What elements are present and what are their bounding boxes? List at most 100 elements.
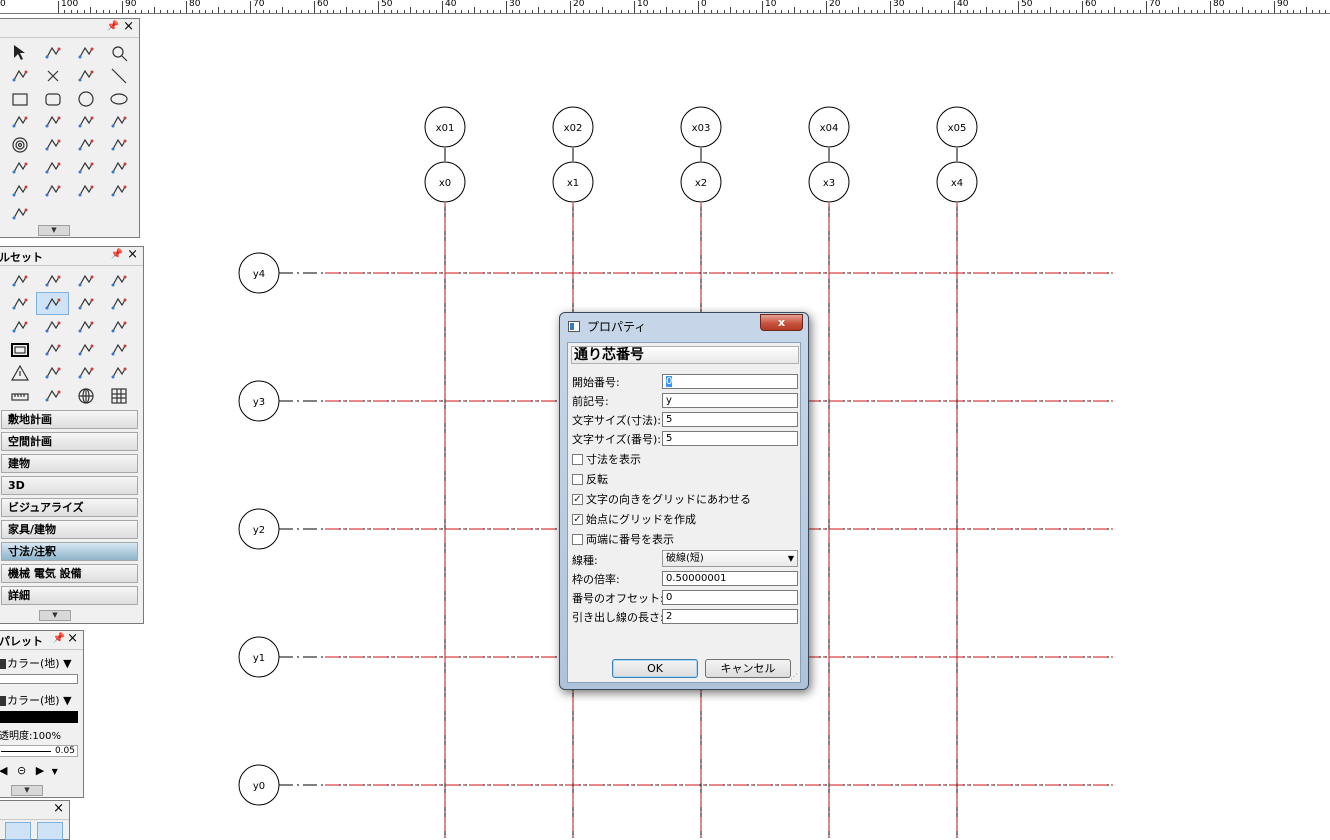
- tool-button-clip-hand[interactable]: [3, 179, 36, 202]
- cancel-button[interactable]: キャンセル: [705, 659, 791, 678]
- option-checkbox[interactable]: 両端に番号を表示: [572, 531, 674, 547]
- palette-titlebar[interactable]: ×: [0, 801, 69, 820]
- tool-button-spiral[interactable]: [3, 133, 36, 156]
- tool-button-dimension[interactable]: [3, 269, 36, 292]
- option-checkbox[interactable]: ✓ 始点にグリッドを作成: [572, 511, 696, 527]
- tool-button-polygon[interactable]: [36, 110, 69, 133]
- checkbox-unchecked-icon[interactable]: [572, 473, 583, 485]
- arrow-left-icon[interactable]: ◀: [0, 764, 7, 777]
- text-size-num-input[interactable]: 5: [662, 431, 798, 446]
- tool-button-arc-dim[interactable]: [69, 269, 102, 292]
- tool-button-magic-wand[interactable]: [69, 133, 102, 156]
- tool-button-elevation[interactable]: [3, 292, 36, 315]
- tool-button-freehand[interactable]: [3, 110, 36, 133]
- frame-ratio-input[interactable]: 0.50000001: [662, 571, 798, 586]
- pin-icon[interactable]: 📌: [53, 633, 65, 644]
- close-icon[interactable]: ×: [123, 19, 134, 34]
- palette-titlebar[interactable]: 📌 ×: [0, 19, 139, 38]
- tool-button-chamfer[interactable]: [69, 179, 102, 202]
- snap-grid-icon[interactable]: [5, 822, 31, 840]
- tool-button-cut[interactable]: [69, 64, 102, 87]
- category-tab[interactable]: 空間計画: [1, 432, 138, 451]
- tool-button-section-marker[interactable]: [69, 338, 102, 361]
- close-button[interactable]: x: [760, 314, 803, 331]
- tool-button-hatch[interactable]: [102, 315, 135, 338]
- tool-button-break-line[interactable]: [69, 292, 102, 315]
- tool-button-line[interactable]: [102, 64, 135, 87]
- close-icon[interactable]: ×: [67, 631, 78, 646]
- checkbox-checked-icon[interactable]: ✓: [572, 513, 583, 525]
- tool-button-sheet-list[interactable]: [102, 361, 135, 384]
- tool-button-red-pen[interactable]: [69, 315, 102, 338]
- tool-button-eyedropper[interactable]: [36, 133, 69, 156]
- tool-button-attribute-brush[interactable]: [3, 156, 36, 179]
- option-checkbox[interactable]: 寸法を表示: [572, 451, 641, 467]
- checkbox-unchecked-icon[interactable]: [572, 533, 583, 545]
- tool-button-fillet[interactable]: [36, 179, 69, 202]
- palette-titlebar[interactable]: ルセット 📌 ×: [0, 247, 143, 266]
- resize-grip-icon[interactable]: ⋰: [790, 672, 798, 681]
- category-tab[interactable]: 敷地計画: [1, 410, 138, 429]
- tool-button-delete-x[interactable]: [36, 64, 69, 87]
- leader-length-input[interactable]: 2: [662, 609, 798, 624]
- number-offset-input[interactable]: 0: [662, 590, 798, 605]
- tool-button-rectangle[interactable]: [3, 87, 36, 110]
- tool-button-grid-axis[interactable]: [36, 292, 69, 315]
- link-icon[interactable]: ⊝: [17, 764, 26, 777]
- tool-button-trim-knife[interactable]: [102, 156, 135, 179]
- tool-button-text[interactable]: [3, 64, 36, 87]
- tool-button-circle[interactable]: [69, 87, 102, 110]
- tool-button-reshape[interactable]: [102, 133, 135, 156]
- tool-button-frame[interactable]: [3, 338, 36, 361]
- pin-icon[interactable]: 📌: [111, 249, 123, 260]
- line-type-select[interactable]: 破線(短) ▼: [662, 550, 798, 567]
- tool-button-rounded-rectangle[interactable]: [36, 87, 69, 110]
- tool-button-warning[interactable]: [3, 361, 36, 384]
- tool-button-zoom[interactable]: [102, 41, 135, 64]
- tool-button-angle-dim[interactable]: [36, 269, 69, 292]
- ok-button[interactable]: OK: [612, 659, 698, 678]
- tool-button-id-tag[interactable]: [69, 361, 102, 384]
- expand-palette-button[interactable]: ▼: [39, 610, 71, 621]
- tool-button-protractor[interactable]: [3, 315, 36, 338]
- text-size-dim-input[interactable]: 5: [662, 412, 798, 427]
- tool-button-offset[interactable]: [102, 179, 135, 202]
- tool-button-datum[interactable]: [102, 292, 135, 315]
- tool-button-select-arrow[interactable]: [3, 41, 36, 64]
- category-tab[interactable]: 建物: [1, 454, 138, 473]
- fill-color-selector[interactable]: カラー(地) ▼: [0, 655, 72, 671]
- tool-button-mirror[interactable]: [69, 156, 102, 179]
- horizontal-ruler[interactable]: 100 90 80 70 60 50 40 30 20 10 0 10 20 30 40 50 60 70 80 90…: [0, 0, 1330, 14]
- category-tab[interactable]: ビジュアライズ: [1, 498, 138, 517]
- tool-button-target[interactable]: [36, 338, 69, 361]
- tool-button-globe-grid[interactable]: [69, 384, 102, 407]
- palette-titlebar[interactable]: パレット 📌 ×: [0, 631, 83, 650]
- tool-button-pan-hand[interactable]: [36, 41, 69, 64]
- category-tab[interactable]: 家具/建物: [1, 520, 138, 539]
- pin-icon[interactable]: 📌: [107, 21, 119, 32]
- tool-button-step-line[interactable]: [102, 338, 135, 361]
- expand-palette-button[interactable]: ▼: [11, 785, 43, 796]
- prefix-input[interactable]: y: [662, 393, 798, 408]
- tool-button-curve[interactable]: [69, 110, 102, 133]
- arrow-right-icon[interactable]: ▶: [36, 764, 44, 777]
- tool-button-rotate-view[interactable]: [69, 41, 102, 64]
- tool-button-wave-line[interactable]: [36, 384, 69, 407]
- tool-button-surface[interactable]: [102, 110, 135, 133]
- close-icon[interactable]: ×: [127, 247, 138, 262]
- category-tab[interactable]: 寸法/注釈: [1, 542, 138, 561]
- line-weight-field[interactable]: 0.05: [0, 745, 78, 757]
- chevron-down-icon[interactable]: ▼: [52, 767, 58, 776]
- category-tab[interactable]: 機械 電気 設備: [1, 564, 138, 583]
- category-tab[interactable]: 3D: [1, 476, 138, 495]
- tool-button-table-grid[interactable]: [102, 384, 135, 407]
- category-tab[interactable]: 詳細: [1, 586, 138, 605]
- option-checkbox[interactable]: 反転: [572, 471, 608, 487]
- tool-button-ellipse[interactable]: [102, 87, 135, 110]
- start-number-input[interactable]: 0: [662, 374, 798, 389]
- checkbox-unchecked-icon[interactable]: [572, 453, 583, 465]
- tool-button-north-arrow[interactable]: [36, 361, 69, 384]
- tool-button-radius-dim[interactable]: [102, 269, 135, 292]
- close-icon[interactable]: ×: [53, 801, 64, 816]
- line-color-selector[interactable]: カラー(地) ▼: [0, 692, 72, 708]
